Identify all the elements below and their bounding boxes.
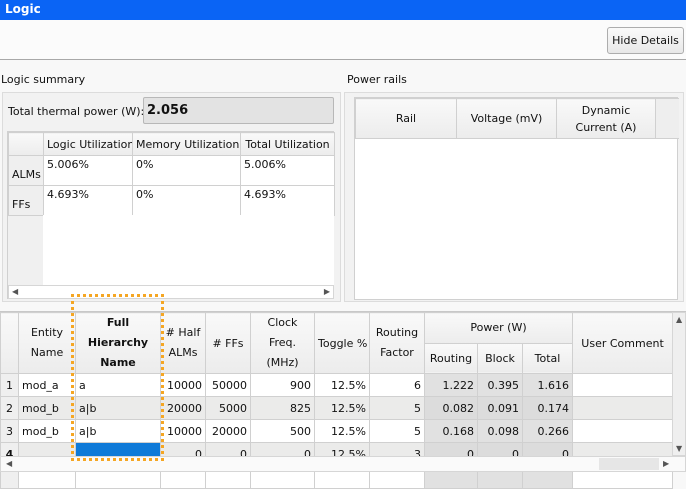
toggle-cell[interactable]: 12.5% bbox=[314, 396, 370, 420]
half-alms-cell[interactable]: 10000 bbox=[160, 419, 206, 443]
ffs-cell[interactable]: 20000 bbox=[205, 419, 251, 443]
col-toggle[interactable]: Toggle % bbox=[314, 312, 370, 374]
col-memory-util[interactable]: Memory Utilization bbox=[132, 132, 241, 156]
comment-cell[interactable] bbox=[572, 419, 674, 443]
horizontal-scrollbar[interactable]: ◀ ▶ bbox=[8, 285, 334, 299]
power-block-cell[interactable]: 0.091 bbox=[477, 396, 523, 420]
col-power-block[interactable]: Block bbox=[477, 342, 523, 374]
half-alms-cell[interactable]: 20000 bbox=[160, 396, 206, 420]
corner bbox=[8, 132, 44, 156]
window-title: Logic bbox=[0, 0, 686, 20]
col-user-comment[interactable]: User Comment bbox=[572, 312, 674, 374]
toggle-cell[interactable]: 12.5% bbox=[314, 373, 370, 397]
col-ffs[interactable]: # FFs bbox=[205, 312, 251, 374]
col-clock-freq[interactable]: Clock Freq. (MHz) bbox=[250, 312, 315, 374]
scroll-right-icon[interactable]: ▶ bbox=[663, 459, 669, 468]
comment-cell[interactable] bbox=[572, 373, 674, 397]
col-routing-factor[interactable]: Routing Factor bbox=[369, 312, 425, 374]
scroll-up-icon[interactable]: ▲ bbox=[676, 315, 682, 324]
clock-cell[interactable]: 825 bbox=[250, 396, 315, 420]
routing-factor-cell[interactable]: 5 bbox=[369, 396, 425, 420]
cell: 5.006% bbox=[240, 155, 335, 186]
col-power-routing[interactable]: Routing bbox=[424, 342, 478, 374]
row-number[interactable]: 1 bbox=[0, 373, 19, 397]
col-total-util[interactable]: Total Utilization bbox=[240, 132, 335, 156]
highlight-box bbox=[71, 294, 164, 461]
cell: 4.693% bbox=[240, 185, 335, 216]
power-total-cell[interactable]: 0.266 bbox=[521, 419, 574, 443]
row-number[interactable]: 2 bbox=[0, 396, 19, 420]
entity-cell[interactable]: mod_b bbox=[18, 419, 76, 443]
ffs-cell[interactable]: 5000 bbox=[205, 396, 251, 420]
cell: 5.006% bbox=[43, 155, 133, 186]
cell: 0% bbox=[132, 185, 241, 216]
col-voltage[interactable]: Voltage (mV) bbox=[456, 98, 557, 139]
scroll-thumb[interactable] bbox=[599, 458, 659, 470]
vertical-scrollbar[interactable]: ▲ ▼ bbox=[672, 312, 686, 456]
col-group-power: Power (W) bbox=[423, 312, 574, 344]
ffs-cell[interactable]: 50000 bbox=[205, 373, 251, 397]
col-logic-util[interactable]: Logic Utilization bbox=[43, 132, 133, 156]
scroll-down-icon[interactable]: ▼ bbox=[676, 444, 682, 453]
comment-cell[interactable] bbox=[572, 396, 674, 420]
power-rails-table: Rail Voltage (mV) Dynamic Current (A) bbox=[354, 97, 679, 300]
col-rail[interactable]: Rail bbox=[355, 98, 457, 139]
clock-cell[interactable]: 900 bbox=[250, 373, 315, 397]
power-block-cell[interactable]: 0.098 bbox=[477, 419, 523, 443]
cell: 0% bbox=[132, 155, 241, 186]
thermal-power-field: 2.056 bbox=[143, 97, 334, 124]
row-header-ffs[interactable]: FFs bbox=[8, 185, 44, 216]
scroll-right-icon[interactable]: ▶ bbox=[324, 287, 330, 296]
logic-summary-label: Logic summary bbox=[1, 73, 86, 86]
cell: 4.693% bbox=[43, 185, 133, 216]
routing-factor-cell[interactable]: 5 bbox=[369, 419, 425, 443]
half-alms-cell[interactable]: 10000 bbox=[160, 373, 206, 397]
col-power-total[interactable]: Total bbox=[521, 342, 574, 374]
scroll-left-icon[interactable]: ◀ bbox=[6, 459, 12, 468]
col-entity-name[interactable]: Entity Name bbox=[18, 312, 76, 374]
hide-details-button[interactable]: Hide Details bbox=[607, 27, 684, 54]
row-number[interactable]: 3 bbox=[0, 419, 19, 443]
power-total-cell[interactable]: 0.174 bbox=[521, 396, 574, 420]
entity-cell[interactable]: mod_a bbox=[18, 373, 76, 397]
power-routing-cell[interactable]: 0.082 bbox=[424, 396, 478, 420]
thermal-power-label: Total thermal power (W): bbox=[8, 105, 145, 118]
entity-cell[interactable]: mod_b bbox=[18, 396, 76, 420]
power-rails-label: Power rails bbox=[347, 73, 407, 86]
clock-cell[interactable]: 500 bbox=[250, 419, 315, 443]
toggle-cell[interactable]: 12.5% bbox=[314, 419, 370, 443]
col-dynamic-current[interactable]: Dynamic Current (A) bbox=[556, 98, 656, 139]
toolbar bbox=[0, 20, 686, 60]
row-header-alms[interactable]: ALMs bbox=[8, 155, 44, 186]
power-routing-cell[interactable]: 1.222 bbox=[424, 373, 478, 397]
routing-factor-cell[interactable]: 6 bbox=[369, 373, 425, 397]
utilization-table-view: Logic Utilization Memory Utilization Tot… bbox=[7, 131, 335, 299]
power-block-cell[interactable]: 0.395 bbox=[477, 373, 523, 397]
power-total-cell[interactable]: 1.616 bbox=[521, 373, 574, 397]
power-routing-cell[interactable]: 0.168 bbox=[424, 419, 478, 443]
scroll-left-icon[interactable]: ◀ bbox=[12, 287, 18, 296]
col-half-alms[interactable]: # Half ALMs bbox=[160, 312, 206, 374]
